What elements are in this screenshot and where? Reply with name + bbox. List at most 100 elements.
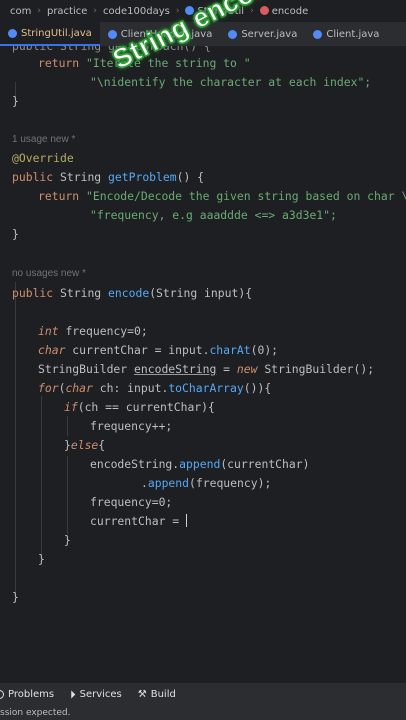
code-text: ch: input. — [92, 381, 169, 395]
indent-guide — [67, 456, 68, 534]
keyword: public — [12, 286, 54, 300]
method-icon — [259, 5, 269, 15]
type-name: String — [60, 170, 102, 184]
code-text: (0); — [250, 343, 279, 357]
indent-guide — [67, 416, 68, 436]
method-name: getProblem — [108, 170, 177, 184]
tool-window-bar: Problems ⏵ Services ⚒ Build — [0, 682, 406, 706]
code-text: () { — [176, 170, 205, 184]
status-bar: ssion expected. — [0, 706, 406, 720]
type-name: String — [60, 286, 102, 300]
breadcrumb-item-encode[interactable]: encode — [259, 5, 309, 17]
keyword: for — [38, 381, 59, 395]
status-message: ssion expected. — [0, 708, 71, 718]
breadcrumb-item-code100days[interactable]: code100days — [103, 6, 170, 17]
code-text: { — [98, 438, 106, 452]
problems-label: Problems — [8, 689, 55, 700]
code-text: currentChar = — [90, 514, 187, 528]
code-text: (currentChar) — [220, 457, 310, 471]
indent-guide — [41, 396, 42, 556]
breadcrumb-label: encode — [271, 5, 309, 17]
code-text: (frequency); — [189, 476, 272, 490]
code-line: public String getProblem() { — [12, 168, 204, 186]
tab-server[interactable]: Server.java — [220, 22, 305, 46]
tab-label: Server.java — [241, 28, 298, 40]
code-text: frequency=0; — [65, 324, 148, 338]
code-text: } — [64, 438, 71, 452]
code-line: }else{ — [64, 436, 105, 454]
code-line: @Override — [12, 149, 74, 167]
code-line: encodeString.append(currentChar) — [90, 455, 309, 473]
code-line: } — [38, 552, 45, 566]
tab-client[interactable]: Client.java — [305, 22, 387, 46]
breadcrumb-separator: › — [37, 6, 41, 16]
services-icon: ⏵ — [70, 687, 76, 701]
code-line: if(ch == currentChar){ — [64, 398, 215, 416]
usage-hint[interactable]: 1 usage new * — [12, 134, 75, 145]
build-button[interactable]: ⚒ Build — [138, 689, 176, 700]
code-text: (String input){ — [149, 286, 253, 300]
code-text: ()){ — [243, 381, 272, 395]
breadcrumb-item-practice[interactable]: practice — [47, 6, 87, 17]
keyword: int — [38, 324, 59, 338]
keyword: if — [64, 400, 78, 414]
code-text: = — [216, 362, 237, 376]
string-literal: "Encode/Decode the given string based on… — [86, 189, 406, 203]
code-line: public String encode(String input){ — [12, 284, 252, 302]
method-call: toCharArray — [168, 381, 244, 395]
method-name: encode — [108, 286, 150, 300]
method-call: append — [179, 457, 221, 471]
code-line: currentChar = — [90, 512, 188, 530]
keyword: char — [38, 343, 66, 357]
tab-label: StringUtil.java — [21, 27, 92, 39]
services-button[interactable]: ⏵ Services — [70, 688, 122, 702]
code-line: return "Encode/Decode the given string b… — [38, 187, 406, 205]
code-line: char currentChar = input.charAt(0); — [38, 341, 278, 359]
indent-guide — [15, 282, 16, 594]
code-line: int frequency=0; — [38, 322, 148, 340]
code-text: . — [141, 476, 148, 490]
keyword: return — [38, 189, 80, 203]
text-cursor — [186, 514, 188, 527]
tab-stringutil[interactable]: StringUtil.java — [0, 22, 100, 46]
java-class-icon — [107, 29, 117, 39]
code-line: for(char ch: input.toCharArray()){ — [38, 379, 271, 397]
breadcrumb-item-com[interactable]: com — [10, 6, 31, 17]
string-literal: "Iterate the string to " — [86, 56, 251, 70]
usage-hint[interactable]: no usages new * — [12, 268, 86, 279]
keyword: else — [70, 438, 99, 452]
code-text: (ch == currentChar){ — [77, 400, 215, 414]
code-line: frequency=0; — [90, 495, 173, 509]
code-text: currentChar = input. — [72, 343, 210, 357]
problems-button[interactable]: Problems — [0, 689, 54, 700]
java-class-icon — [313, 29, 323, 39]
string-literal: "frequency, e.g aaaddde <=> a3d3e1"; — [90, 208, 337, 222]
java-class-icon — [228, 29, 238, 39]
keyword: return — [38, 56, 80, 70]
variable-name: encodeString — [134, 362, 217, 376]
code-line: StringBuilder encodeString = new StringB… — [38, 360, 374, 378]
code-line: } — [12, 590, 19, 604]
method-call: append — [147, 476, 190, 490]
code-line: } — [12, 227, 19, 241]
code-line: } — [12, 94, 19, 108]
keyword: new — [236, 362, 258, 376]
tab-label: Client.java — [326, 28, 380, 40]
services-label: Services — [79, 689, 122, 700]
code-line: "frequency, e.g aaaddde <=> a3d3e1"; — [90, 206, 337, 224]
warning-circle-icon — [0, 690, 4, 699]
keyword: public — [12, 170, 54, 184]
breadcrumb-separator: › — [93, 6, 98, 16]
annotation: @Override — [12, 151, 74, 165]
build-label: Build — [150, 689, 176, 700]
code-line: } — [64, 533, 71, 547]
type-name: StringBuilder — [38, 362, 128, 376]
java-class-icon — [8, 28, 17, 38]
method-call: charAt — [209, 343, 251, 357]
hammer-icon: ⚒ — [137, 689, 147, 700]
code-line: frequency++; — [90, 419, 173, 433]
code-line: "\nidentify the character at each index"… — [90, 73, 371, 91]
code-text: encodeString. — [90, 457, 180, 471]
code-editor[interactable]: public String getApproach() { return "It… — [0, 46, 406, 682]
code-line: .append(frequency); — [141, 474, 271, 492]
